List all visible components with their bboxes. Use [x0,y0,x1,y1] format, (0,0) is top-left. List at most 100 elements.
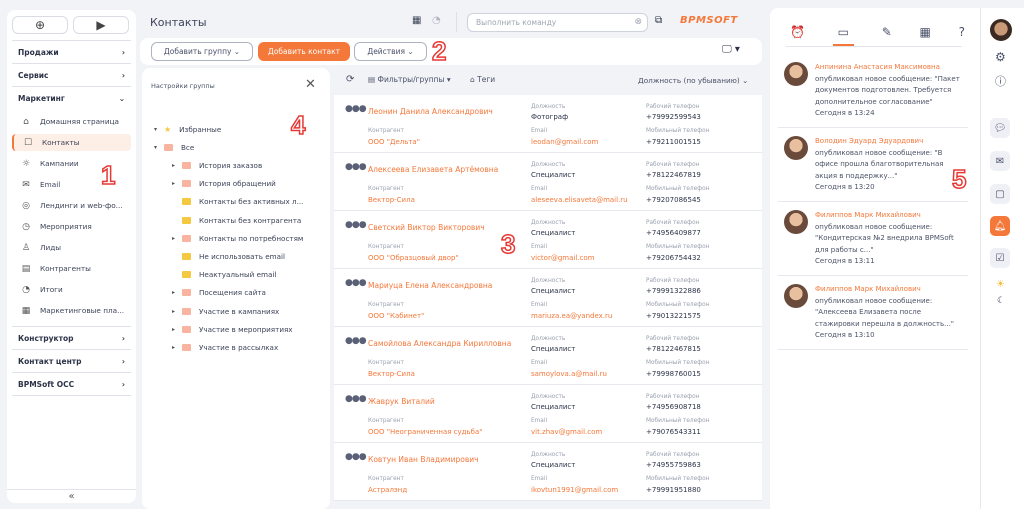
view-settings-icon[interactable]: 🖵 ▾ [722,44,740,55]
group-tree-item[interactable]: Контакты без контрагента [172,214,301,226]
add-contact-button[interactable]: Добавить контакт [258,42,350,61]
add-group-button[interactable]: Добавить группу ⌄ [151,42,253,61]
contact-work-phone[interactable]: +78122467819 [646,171,701,179]
contact-name-link[interactable]: Самойлова Александра Кирилловна [368,339,511,348]
contact-email-link[interactable]: ikovtun1991@gmail.com [531,486,618,494]
messages-button[interactable]: ▢ [990,184,1010,204]
author-name-link[interactable]: Филиппов Марк Михайлович [815,210,965,222]
settings-gear-icon[interactable]: ⚙ [995,50,1006,64]
contact-work-phone[interactable]: +79991322886 [646,287,701,295]
notification-item[interactable]: Филиппов Марк Михайлович опубликовал ново… [778,276,968,350]
tab-reminders-alarm-icon[interactable]: ⏰ [790,25,805,46]
contact-name-link[interactable]: Ковтун Иван Владимирович [368,455,479,464]
contact-mobile-phone[interactable]: +79207086545 [646,196,701,204]
contact-account-link[interactable]: ООО "Неограниченная судьба" [368,428,482,436]
contact-row[interactable]: ●●● Ковтун Иван Владимирович Контрагент … [334,443,762,501]
contact-email-link[interactable]: leodan@gmail.com [531,138,598,146]
nav-item-9[interactable]: ▦ Маркетинговые пла... [12,302,131,319]
contact-row[interactable]: ●●● Самойлова Александра Кирилловна Конт… [334,327,762,385]
tab-calendar-icon[interactable]: ▦ [920,25,931,46]
tags-button[interactable]: ⌂ Теги [470,75,495,84]
nav-item-8[interactable]: ◔ Итоги [12,281,131,298]
contact-row[interactable]: ●●● Леонин Данила Александрович Контраге… [334,95,762,153]
refresh-icon[interactable]: ⟳ [346,74,354,85]
contact-mobile-phone[interactable]: +79998760015 [646,370,701,378]
contact-row[interactable]: ●●● Мариуца Елена Александровна Контраге… [334,269,762,327]
nav-item-5[interactable]: ◷ Мероприятия [12,218,131,235]
nav-item-0[interactable]: ⌂ Домашняя страница [12,113,131,130]
author-name-link[interactable]: Анпинина Анастасия Максимовна [815,62,965,74]
expand-toggle-icon[interactable]: ▸ [172,235,182,242]
group-tree-item[interactable]: ▸ Участие в рассылках [172,341,278,353]
contact-row[interactable]: ●●● Алексеева Елизавета Артёмовна Контра… [334,153,762,211]
contact-email-link[interactable]: vit.zhav@gmail.com [531,428,602,436]
contact-account-link[interactable]: Астралэнд [368,486,407,494]
contact-account-link[interactable]: Вектор-Сила [368,196,415,204]
light-theme-sun-icon[interactable]: ☀ [996,279,1005,290]
more-actions-icon[interactable]: ●●● [345,278,367,288]
expand-toggle-icon[interactable]: ▸ [172,344,182,351]
notification-item[interactable]: Анпинина Анастасия Максимовна опубликовал… [778,54,968,128]
nav-section-bottom-1[interactable]: Контакт центр › [12,349,131,372]
clear-icon[interactable]: ⊗ [634,17,642,27]
actions-button[interactable]: Действия ⌄ [354,42,427,61]
group-tree-item[interactable]: ▸ Контакты по потребностям [172,232,303,244]
help-icon[interactable]: ⓘ [995,73,1006,89]
contact-account-link[interactable]: ООО "Кабинет" [368,312,424,320]
expand-toggle-icon[interactable]: ▸ [172,326,182,333]
contact-mobile-phone[interactable]: +79991951880 [646,486,701,494]
contact-mobile-phone[interactable]: +79211001515 [646,138,701,146]
contact-email-link[interactable]: mariuza.ea@yandex.ru [531,312,612,320]
contact-row[interactable]: ●●● Светский Виктор Викторович Контраген… [334,211,762,269]
sort-dropdown[interactable]: Должность (по убыванию) ⌄ [638,76,748,85]
contact-work-phone[interactable]: +74956908718 [646,403,701,411]
collapse-sidebar-button[interactable]: « [7,489,136,503]
nav-item-1[interactable]: ☐ Контакты [12,134,131,151]
contact-work-phone[interactable]: +74955759863 [646,461,701,469]
expand-toggle-icon[interactable]: ▾ [154,144,164,151]
more-actions-icon[interactable]: ●●● [345,220,367,230]
dashboard-view-icon[interactable]: ◔ [432,15,441,26]
dark-theme-moon-icon[interactable]: ☾ [997,296,1005,306]
tab-feed-icon[interactable]: ▭ [832,25,855,46]
run-process-button[interactable]: ▶ [73,16,129,34]
contact-mobile-phone[interactable]: +79206754432 [646,254,701,262]
contact-work-phone[interactable]: +78122467815 [646,345,701,353]
add-button[interactable]: ⊕ [12,16,68,34]
nav-section-1[interactable]: Сервис › [12,63,131,86]
expand-toggle-icon[interactable]: ▸ [172,180,182,187]
author-name-link[interactable]: Филиппов Марк Михайлович [815,284,965,296]
contact-work-phone[interactable]: +74956409877 [646,229,701,237]
contact-mobile-phone[interactable]: +79013221575 [646,312,701,320]
contact-mobile-phone[interactable]: +79076543311 [646,428,701,436]
nav-section-bottom-0[interactable]: Конструктор › [12,326,131,349]
group-tree-item[interactable]: ▸ Посещения сайта [172,287,266,299]
contact-name-link[interactable]: Светский Виктор Викторович [368,223,485,232]
more-actions-icon[interactable]: ●●● [345,336,367,346]
contact-row[interactable]: ●●● Жаврук Виталий Контрагент ООО "Неогр… [334,385,762,443]
contact-email-link[interactable]: victor@gmail.com [531,254,594,262]
contact-name-link[interactable]: Леонин Данила Александрович [368,107,493,116]
group-tree-item[interactable]: Не использовать email [172,250,285,262]
nav-item-7[interactable]: ▤ Контрагенты [12,260,131,277]
group-tree-item[interactable]: ▸ История заказов [172,159,262,171]
more-actions-icon[interactable]: ●●● [345,104,367,114]
chat-button[interactable]: 💬︎ [990,118,1010,138]
contact-name-link[interactable]: Жаврук Виталий [368,397,435,406]
expand-toggle-icon[interactable]: ▸ [172,289,182,296]
contact-account-link[interactable]: ООО "Образцовый двор" [368,254,459,262]
group-tree-item[interactable]: Контакты без активных л... [172,196,303,208]
nav-item-4[interactable]: ◎ Лендинги и web-фо... [12,197,131,214]
group-tree-item[interactable]: ▸ Участие в кампаниях [172,305,279,317]
group-tree-item[interactable]: ▾ ★ Избранные [154,123,221,135]
contact-name-link[interactable]: Мариуца Елена Александровна [368,281,492,290]
nav-section-2[interactable]: Маркетинг ⌄ [12,86,131,109]
author-name-link[interactable]: Володин Эдуард Эдуардович [815,136,965,148]
more-actions-icon[interactable]: ●●● [345,452,367,462]
group-tree-item[interactable]: ▾ Все [154,141,194,153]
group-tree-item[interactable]: ▸ Участие в мероприятиях [172,323,293,335]
notification-item[interactable]: Володин Эдуард Эдуардович опубликовал нов… [778,128,968,202]
nav-section-bottom-2[interactable]: BPMSoft OCC › [12,372,131,395]
contact-email-link[interactable]: aleseeva.elisaveta@mail.ru [531,196,628,204]
contact-work-phone[interactable]: +79992599543 [646,113,701,121]
